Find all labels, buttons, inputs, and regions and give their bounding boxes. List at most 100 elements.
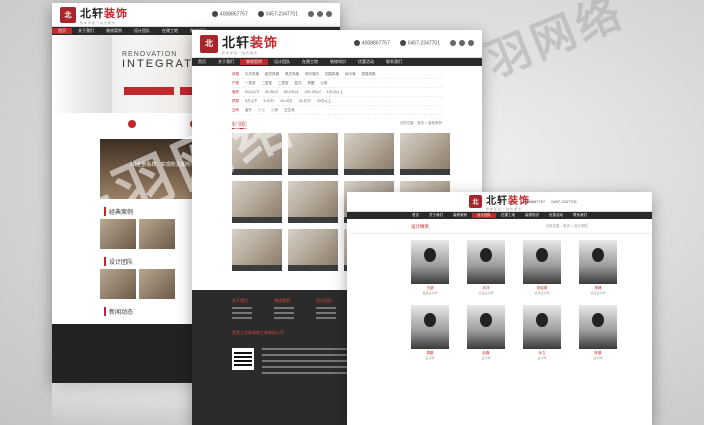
filter-option[interactable]: 60-80㎡ bbox=[265, 90, 277, 95]
nav-item-home[interactable]: 首页 bbox=[52, 28, 72, 34]
filter-option[interactable]: 地中海 bbox=[345, 72, 356, 77]
filter-option[interactable]: 公寓 bbox=[321, 81, 328, 86]
designer-card[interactable]: 孙立 设计师 bbox=[523, 305, 561, 360]
filter-option[interactable]: 15-20万 bbox=[298, 99, 310, 104]
site-header: 北 北轩装饰 整体家装一站式服务 4008867757 0457-2347701 bbox=[192, 30, 482, 58]
filter-option[interactable]: 复式 bbox=[295, 81, 302, 86]
qq-icon[interactable] bbox=[468, 40, 474, 47]
main-nav: 首页 关于我们 装修案例 设计团队 在建工地 装修知识 优惠活动 联系我们 bbox=[192, 58, 482, 66]
footer-column-title[interactable]: 关于我们 bbox=[232, 298, 252, 304]
filter-option[interactable]: 客厅 bbox=[245, 108, 252, 113]
social-links bbox=[450, 40, 474, 47]
wechat-icon[interactable] bbox=[459, 40, 465, 47]
footer-column-title[interactable]: 设计团队 bbox=[316, 298, 336, 304]
filter-label: 户型 bbox=[232, 80, 239, 85]
nav-item-contact[interactable]: 联系我们 bbox=[568, 213, 592, 218]
filter-option[interactable]: 80-100㎡ bbox=[284, 90, 298, 95]
designer-card[interactable]: 王超 首席设计师 bbox=[411, 240, 449, 295]
filter-option[interactable]: 美式风格 bbox=[285, 72, 299, 77]
designer-role: 设计师 bbox=[481, 356, 491, 360]
service-icon bbox=[127, 120, 136, 128]
breadcrumb[interactable]: 当前位置：首页 > 装修案例 bbox=[400, 121, 443, 129]
case-card[interactable] bbox=[288, 181, 338, 223]
nav-item-cases[interactable]: 装修案例 bbox=[240, 59, 268, 65]
nav-item-knowledge[interactable]: 装修知识 bbox=[520, 213, 544, 218]
designer-card[interactable]: 陈晨 设计师 bbox=[579, 305, 617, 360]
nav-item-cases[interactable]: 装修案例 bbox=[448, 213, 472, 218]
filter-option[interactable]: 5-10万 bbox=[263, 99, 274, 104]
case-card[interactable] bbox=[232, 181, 282, 223]
case-card[interactable] bbox=[232, 229, 282, 271]
designer-card[interactable]: 李峰 资深设计师 bbox=[579, 240, 617, 295]
nav-item-team[interactable]: 设计团队 bbox=[472, 213, 496, 218]
nav-item-home[interactable]: 首页 bbox=[407, 213, 424, 218]
filter-row-space: 空间 客厅 卧室 厨房 卫生间 bbox=[232, 106, 442, 115]
nav-item-sites[interactable]: 在建工地 bbox=[296, 59, 324, 65]
filter-option[interactable]: 20万以上 bbox=[317, 99, 331, 104]
filter-option[interactable]: 120㎡以上 bbox=[327, 90, 343, 95]
case-image bbox=[288, 133, 338, 169]
designer-role: 资深设计师 bbox=[534, 291, 550, 295]
nav-item-team[interactable]: 设计团队 bbox=[268, 59, 296, 65]
breadcrumb[interactable]: 当前位置：首页 > 设计团队 bbox=[546, 224, 589, 230]
designer-card[interactable]: 周鹏 设计师 bbox=[411, 305, 449, 360]
designer-card[interactable]: 赵磊 设计师 bbox=[467, 305, 505, 360]
nav-item-cases[interactable]: 装修案例 bbox=[100, 28, 128, 34]
filter-row-style: 风格 中式风格 欧式风格 美式风格 现代简约 田园风格 地中海 混搭风格 bbox=[232, 70, 442, 79]
filter-option[interactable]: 现代简约 bbox=[305, 72, 319, 77]
case-thumbnail[interactable] bbox=[139, 219, 175, 249]
case-card[interactable] bbox=[288, 133, 338, 175]
filter-option[interactable]: 100-120㎡ bbox=[304, 90, 320, 95]
filter-option[interactable]: 卫生间 bbox=[284, 108, 295, 113]
nav-item-knowledge[interactable]: 装修知识 bbox=[324, 59, 352, 65]
filter-option[interactable]: 10-15万 bbox=[280, 99, 292, 104]
filter-option[interactable]: 三居室 bbox=[278, 81, 289, 86]
designer-card[interactable]: 刘洋 主任设计师 bbox=[467, 240, 505, 295]
nav-item-offers[interactable]: 优惠活动 bbox=[544, 213, 568, 218]
filter-option[interactable]: 60㎡以下 bbox=[245, 90, 259, 95]
site-logo[interactable]: 北 北轩装饰 整体家装一站式服务 bbox=[200, 32, 278, 55]
footer-column-title[interactable]: 装修案例 bbox=[274, 298, 294, 304]
wechat-icon[interactable] bbox=[317, 11, 323, 18]
nav-item-about[interactable]: 关于我们 bbox=[212, 59, 240, 65]
site-logo[interactable]: 北 北轩装饰 整体家装一站式服务 bbox=[60, 5, 128, 25]
designer-thumbnail[interactable] bbox=[139, 269, 175, 299]
weibo-icon[interactable] bbox=[450, 40, 456, 47]
footer-column: 关于我们 bbox=[232, 298, 252, 322]
filter-option[interactable]: 厨房 bbox=[271, 108, 278, 113]
section-header: 效果图 当前位置：首页 > 装修案例 bbox=[192, 117, 482, 133]
banner-cta-button[interactable] bbox=[124, 87, 174, 95]
footer-column: 设计团队 bbox=[316, 298, 336, 322]
nav-item-team[interactable]: 设计团队 bbox=[128, 28, 156, 34]
filter-option[interactable]: 一居室 bbox=[245, 81, 256, 86]
case-caption bbox=[232, 217, 282, 223]
designer-photo bbox=[579, 240, 617, 284]
filter-option[interactable]: 混搭风格 bbox=[362, 72, 376, 77]
nav-item-sites[interactable]: 在建工地 bbox=[156, 28, 184, 34]
designer-card[interactable]: 张晓燕 资深设计师 bbox=[523, 240, 561, 295]
filter-option[interactable]: 田园风格 bbox=[325, 72, 339, 77]
case-card[interactable] bbox=[400, 133, 450, 175]
designer-thumbnail[interactable] bbox=[100, 269, 136, 299]
nav-item-about[interactable]: 关于我们 bbox=[72, 28, 100, 34]
case-caption bbox=[288, 169, 338, 175]
filter-label: 预算 bbox=[232, 98, 239, 103]
nav-item-sites[interactable]: 在建工地 bbox=[496, 213, 520, 218]
nav-item-contact[interactable]: 联系我们 bbox=[380, 59, 408, 65]
case-thumbnail[interactable] bbox=[100, 219, 136, 249]
nav-item-about[interactable]: 关于我们 bbox=[424, 213, 448, 218]
qq-icon[interactable] bbox=[326, 11, 332, 18]
filter-option[interactable]: 5万以下 bbox=[245, 99, 257, 104]
filter-option[interactable]: 卧室 bbox=[258, 108, 265, 113]
case-card[interactable] bbox=[232, 133, 282, 175]
filter-option[interactable]: 中式风格 bbox=[245, 72, 259, 77]
site-logo[interactable]: 北 北轩装饰 整体家装一站式服务 bbox=[469, 192, 530, 211]
nav-item-offers[interactable]: 优惠活动 bbox=[352, 59, 380, 65]
case-card[interactable] bbox=[344, 133, 394, 175]
filter-option[interactable]: 二居室 bbox=[262, 81, 273, 86]
filter-option[interactable]: 别墅 bbox=[308, 81, 315, 86]
filter-option[interactable]: 欧式风格 bbox=[265, 72, 279, 77]
nav-item-home[interactable]: 首页 bbox=[192, 59, 212, 65]
case-card[interactable] bbox=[288, 229, 338, 271]
weibo-icon[interactable] bbox=[308, 11, 314, 18]
